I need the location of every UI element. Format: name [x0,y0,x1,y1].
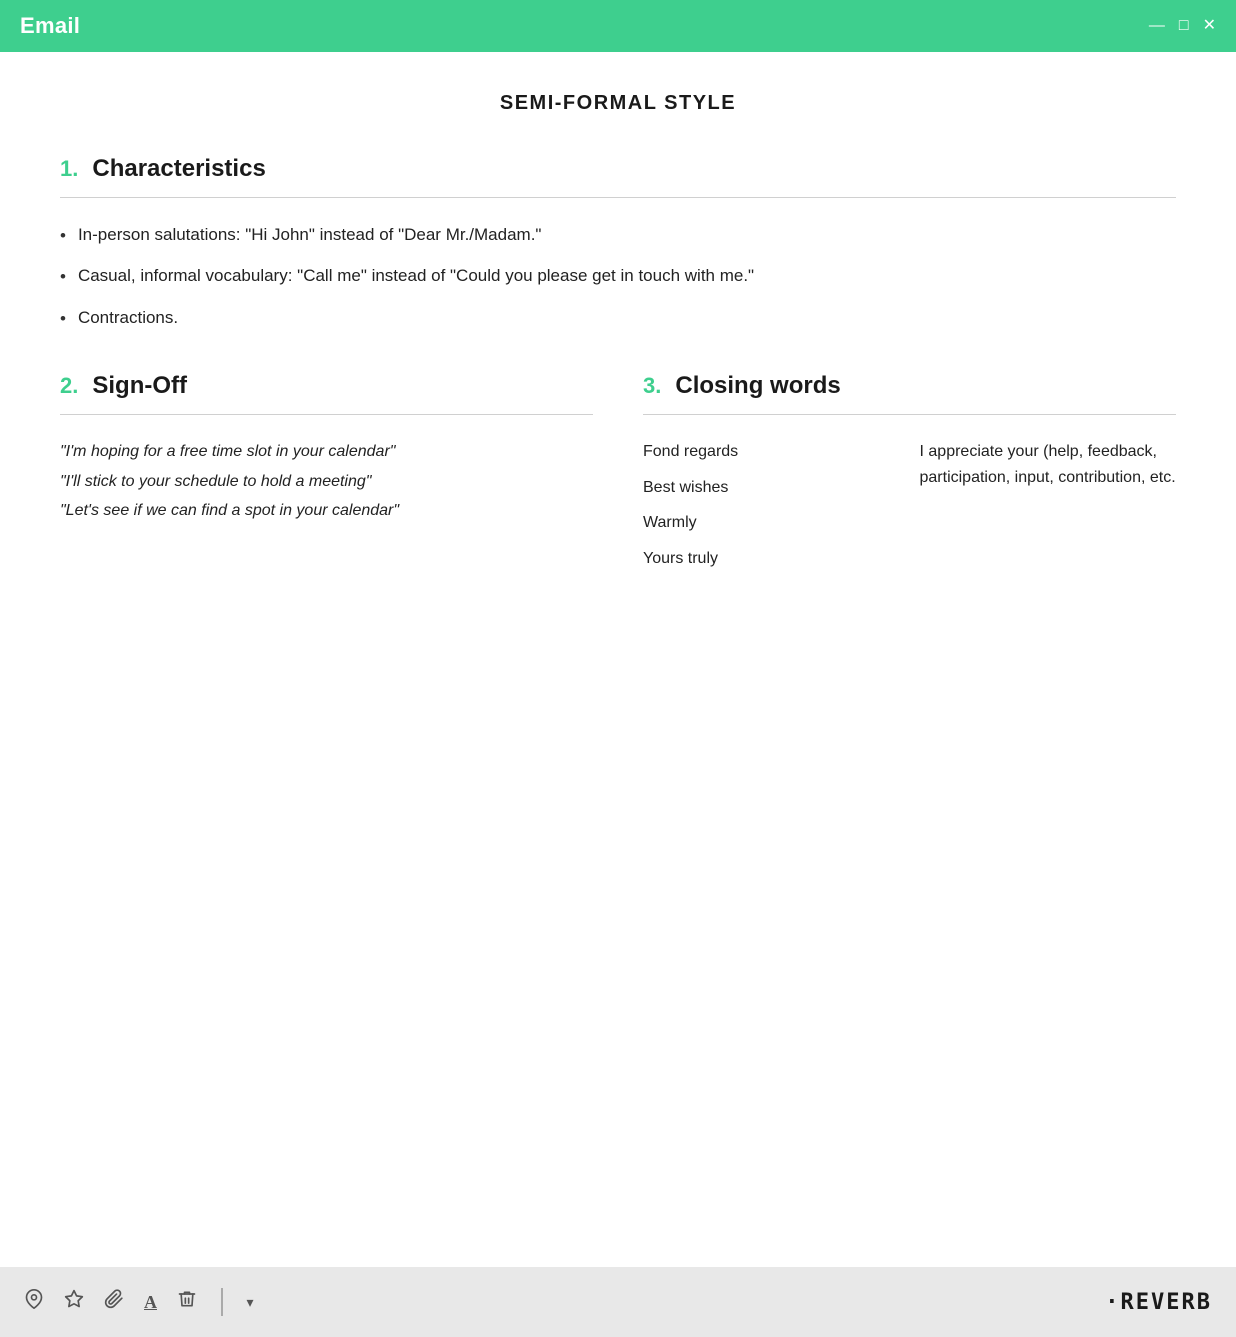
maximize-button[interactable]: □ [1179,18,1189,34]
location-icon[interactable] [24,1289,44,1315]
closing-word-4: Yours truly [643,546,900,572]
content-area: SEMI-FORMAL STYLE 1. Characteristics In-… [0,52,1236,1267]
bullet-text: In-person salutations: "Hi John" instead… [78,222,542,248]
closing-words-col: Fond regards Best wishes Warmly Yours tr… [643,439,900,571]
closing-description-col: I appreciate your (help, feedback, parti… [920,439,1177,571]
section1-number: 1. [60,158,78,180]
signoff-quote: "I'm hoping for a free time slot in your… [60,443,395,460]
signoff-quote: "Let's see if we can find a spot in your… [60,502,399,519]
footer-toolbar: A ▾ ·REVERB [0,1267,1236,1337]
closing-description: I appreciate your (help, feedback, parti… [920,439,1177,490]
list-item: "Let's see if we can find a spot in your… [60,498,593,524]
signoff-quote: "I'll stick to your schedule to hold a m… [60,473,371,490]
section2-number: 2. [60,375,78,397]
list-item: "I'll stick to your schedule to hold a m… [60,469,593,495]
titlebar: Email — □ ✕ [0,0,1236,52]
section2-header: 2. Sign-Off [60,372,593,400]
list-item: In-person salutations: "Hi John" instead… [60,222,1176,249]
logo-text: ·REVERB [1105,1290,1212,1315]
section3-header: 3. Closing words [643,372,1176,400]
signoff-list: "I'm hoping for a free time slot in your… [60,439,593,524]
footer-divider [221,1288,223,1316]
section-signoff: 2. Sign-Off "I'm hoping for a free time … [60,372,593,571]
page-title: SEMI-FORMAL STYLE [60,92,1176,115]
list-item: Casual, informal vocabulary: "Call me" i… [60,263,1176,290]
window-controls: — □ ✕ [1149,18,1216,34]
close-button[interactable]: ✕ [1203,18,1216,34]
closing-word-3: Warmly [643,510,900,536]
text-format-icon[interactable]: A [144,1292,157,1313]
section2-divider [60,414,593,415]
closing-word-1: Fond regards [643,439,900,465]
app-title: Email [20,13,80,39]
closing-grid: Fond regards Best wishes Warmly Yours tr… [643,439,1176,571]
section3-divider [643,414,1176,415]
section2-title: Sign-Off [92,372,187,400]
closing-word-2: Best wishes [643,475,900,501]
section1-header: 1. Characteristics [60,155,1176,183]
section-characteristics: 1. Characteristics In-person salutations… [60,155,1176,332]
list-item: Contractions. [60,305,1176,332]
section1-title: Characteristics [92,155,265,183]
two-column-layout: 2. Sign-Off "I'm hoping for a free time … [60,372,1176,611]
list-item: "I'm hoping for a free time slot in your… [60,439,593,465]
section1-divider [60,197,1176,198]
section3-title: Closing words [675,372,840,400]
bullet-text: Casual, informal vocabulary: "Call me" i… [78,263,754,289]
section-closing-words: 3. Closing words Fond regards Best wishe… [643,372,1176,571]
section3-number: 3. [643,375,661,397]
dropdown-button[interactable]: ▾ [247,1294,254,1311]
footer-icons: A ▾ [24,1288,254,1316]
minimize-button[interactable]: — [1149,18,1165,34]
attachment-icon[interactable] [104,1289,124,1315]
reverb-logo: ·REVERB [1105,1290,1212,1315]
delete-icon[interactable] [177,1289,197,1315]
characteristics-list: In-person salutations: "Hi John" instead… [60,222,1176,332]
star-icon[interactable] [64,1289,84,1315]
bullet-text: Contractions. [78,305,178,331]
